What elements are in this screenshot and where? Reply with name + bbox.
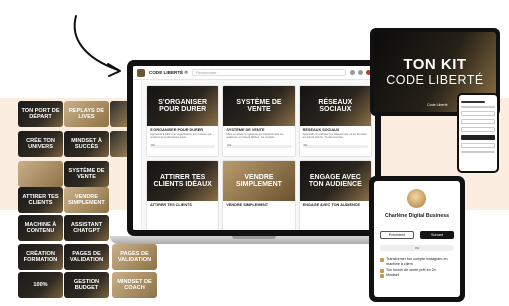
avatar — [407, 189, 426, 208]
lesson-icon — [380, 257, 384, 262]
list-item[interactable]: Mindset — [380, 273, 457, 278]
phone-line — [461, 106, 495, 108]
collage-tile: 100% — [18, 272, 63, 298]
business-name: Charlène Digital Business — [385, 213, 449, 219]
card-title: VENDRE SIMPLEMENT — [226, 203, 269, 207]
phone-item[interactable] — [461, 127, 495, 132]
phone-header — [461, 101, 485, 103]
collage-tile: CRÉE TON UNIVERS — [18, 131, 63, 157]
collage-tile: ASSISTANT CHATGPT — [64, 215, 109, 241]
phone-item[interactable] — [461, 143, 495, 148]
laptop-screen: CODE LIBERTÉ ® Rechercher S'ORGANISER PO… — [133, 66, 375, 230]
course-card[interactable]: SYSTÈME DE VENTE SYSTÈME DE VENTE Mets e… — [222, 85, 296, 157]
card-title: RÉSEAUX SOCIAUX — [302, 128, 340, 132]
list-item[interactable]: Transformer ton compte instagram en mach… — [380, 257, 457, 268]
card-banner: ATTIRER TES CLIENTS IDÉAUX — [147, 161, 219, 201]
card-description: Apprends à maîtriser les plateformes où … — [302, 133, 367, 140]
progress-bar: 0% — [302, 144, 368, 148]
sidebar — [133, 80, 142, 230]
course-grid: S'ORGANISER POUR DURER S'ORGANISER POUR … — [146, 85, 372, 230]
progress-label: 0% — [303, 144, 308, 147]
laptop-mockup: CODE LIBERTÉ ® Rechercher S'ORGANISER PO… — [127, 60, 381, 236]
card-title: ATTIRER TES CLIENTS — [150, 203, 192, 207]
card-banner: RÉSEAUX SOCIAUX — [299, 86, 371, 126]
search-input[interactable]: Rechercher — [191, 69, 346, 76]
progress-bar: 0% — [380, 245, 454, 251]
collage-tile: VENDRE SIMPLEMENT — [64, 187, 109, 213]
next-button[interactable]: Suivant — [420, 231, 454, 239]
phone-item[interactable] — [461, 119, 495, 124]
app-logo-icon — [137, 68, 145, 77]
collage-tile: CRÉATION FORMATION — [18, 244, 63, 270]
list-item-label: Mindset — [386, 273, 399, 278]
lesson-icon — [380, 273, 384, 278]
progress-label: 0% — [151, 144, 155, 147]
card-title: SYSTÈME DE VENTE — [226, 128, 265, 132]
app-topbar: CODE LIBERTÉ ® Rechercher — [133, 66, 375, 80]
card-banner: S'ORGANISER POUR DURER — [147, 86, 219, 126]
bell-icon[interactable] — [358, 70, 363, 75]
lesson-list: Transformer ton compte instagram en mach… — [380, 257, 457, 279]
course-card[interactable]: ATTIRER TES CLIENTS IDÉAUX ATTIRER TES C… — [146, 160, 220, 230]
collage-tile: MACHINE À CONTENU — [18, 215, 63, 241]
collage-tile: PAGES DE VALIDATION — [112, 244, 157, 270]
progress-bar: 0% — [226, 144, 292, 148]
kit-subtitle: CODE LIBERTÉ — [386, 73, 484, 87]
collage-tile: MINDSET À SUCCÈS — [64, 131, 109, 157]
chat-icon[interactable] — [350, 70, 355, 75]
card-description: Mets en place le système qui transformer… — [226, 133, 284, 140]
laptop-notch — [232, 236, 276, 239]
collage-tile: SYSTÈME DE VENTE — [64, 161, 109, 187]
phone-item[interactable] — [461, 111, 495, 116]
collage-tile: PAGES DE VALIDATION — [64, 244, 109, 270]
progress-label: 0% — [227, 144, 232, 147]
card-banner: VENDRE SIMPLEMENT — [223, 161, 295, 201]
profile-tablet-mockup: Charlène Digital Business Précédent Suiv… — [369, 176, 465, 302]
card-banner: SYSTÈME DE VENTE — [223, 86, 295, 126]
collage-tile: GESTION BUDGET — [64, 272, 109, 298]
card-title: ENGAGE AVEC TON AUDIENCE — [302, 203, 361, 207]
collage-tile: REPLAYS DE LIVES — [64, 101, 109, 127]
course-card[interactable]: VENDRE SIMPLEMENT VENDRE SIMPLEMENT — [222, 160, 296, 230]
kit-title: TON KIT — [403, 56, 467, 73]
course-card[interactable]: RÉSEAUX SOCIAUX RÉSEAUX SOCIAUX Apprends… — [298, 85, 372, 157]
previous-button[interactable]: Précédent — [380, 231, 414, 239]
list-item-label: Transformer ton compte instagram en mach… — [386, 257, 448, 267]
course-card[interactable]: S'ORGANISER POUR DURER S'ORGANISER POUR … — [146, 85, 220, 157]
card-banner: ENGAGE AVEC TON AUDIENCE — [299, 161, 371, 201]
collage-tile: ATTIRER TES CLIENTS — [18, 187, 63, 213]
card-title: S'ORGANISER POUR DURER — [150, 128, 204, 132]
phone-item[interactable] — [461, 135, 495, 140]
curved-arrow-icon — [73, 15, 121, 77]
course-card[interactable]: ENGAGE AVEC TON AUDIENCE ENGAGE AVEC TON… — [298, 160, 372, 230]
progress-bar: 0% — [150, 144, 216, 148]
app-title: CODE LIBERTÉ ® — [149, 70, 188, 75]
collage-tile: MINDSET DE COACH — [112, 272, 157, 298]
phone-mockup — [457, 93, 499, 173]
phone-line — [461, 151, 495, 153]
lesson-icon — [380, 268, 384, 273]
collage-tile: TON PORT DE DÉPART — [18, 101, 63, 127]
card-description: Apprends à bâtir une organisation sur me… — [150, 133, 212, 140]
collage-tile — [18, 161, 63, 187]
kit-caption: Code Liberté — [427, 103, 448, 107]
